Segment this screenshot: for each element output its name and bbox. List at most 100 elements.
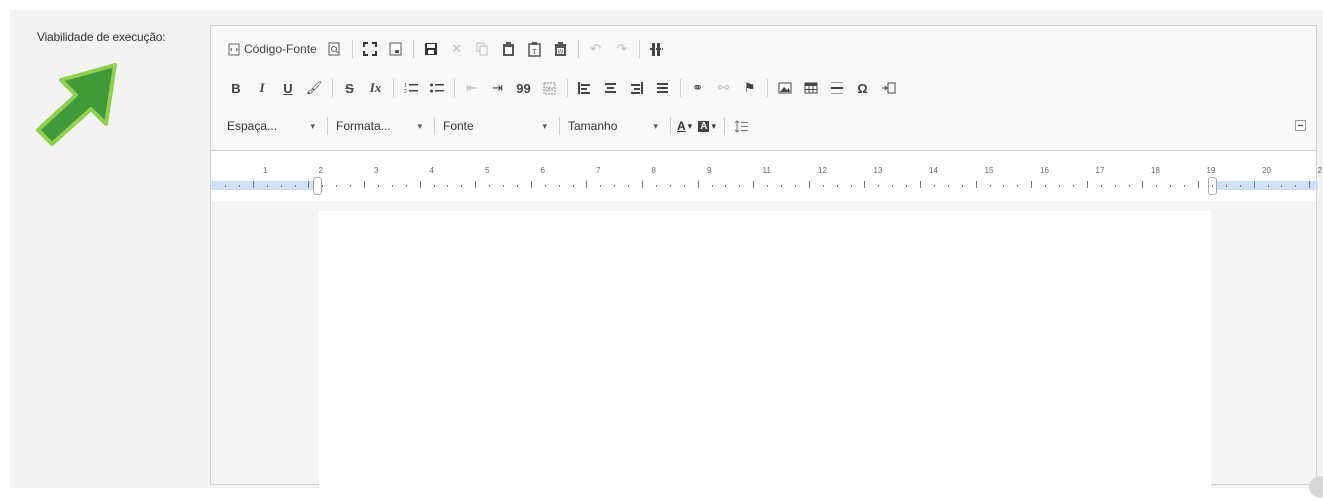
align-center-icon: [605, 83, 617, 93]
ruler-tick: [1100, 185, 1102, 187]
left-margin-handle[interactable]: [313, 177, 322, 195]
ruler-number: 2: [1317, 166, 1322, 175]
toolbar-separator: [679, 79, 681, 97]
font-dropdown[interactable]: Fonte ▾: [441, 115, 549, 137]
format-dropdown[interactable]: Formata... ▾: [334, 115, 424, 137]
line-height-button[interactable]: [731, 115, 753, 137]
ruler-tick: [461, 185, 463, 187]
show-blocks-button[interactable]: [385, 38, 407, 60]
link-button[interactable]: ⚭: [687, 77, 709, 99]
paste-word-button[interactable]: W: [550, 38, 572, 60]
ruler-right-margin: [1214, 181, 1318, 190]
justify-button[interactable]: [652, 77, 674, 99]
insert-iframe-button[interactable]: [878, 77, 900, 99]
ruler-tick: [739, 185, 741, 187]
toolbar-row-1: Código-Fonte ✕ T W ↶ ↷: [225, 37, 672, 61]
ruler-number: 9: [707, 166, 712, 175]
align-left-icon: [578, 82, 591, 94]
italic-button[interactable]: I: [251, 77, 273, 99]
paste-button[interactable]: [498, 38, 520, 60]
div-container-button[interactable]: DIV: [539, 77, 561, 99]
size-dropdown-label: Tamanho: [568, 119, 618, 133]
redo-button[interactable]: ↷: [611, 38, 633, 60]
align-left-button[interactable]: [574, 77, 596, 99]
save-button[interactable]: [420, 38, 442, 60]
preview-icon: [328, 42, 340, 56]
copy-format-button[interactable]: 🖌: [303, 77, 326, 99]
page-break-button[interactable]: [646, 38, 668, 60]
source-button[interactable]: Código-Fonte: [225, 38, 320, 60]
bulleted-list-button[interactable]: [426, 77, 448, 99]
ruler-tick: [308, 181, 310, 188]
bulleted-list-icon: [429, 83, 444, 93]
ruler-tick: [544, 185, 546, 187]
ruler-number: 2: [318, 166, 323, 175]
ruler-number: 18: [1151, 166, 1160, 175]
toolbar-separator: [766, 79, 768, 97]
align-center-button[interactable]: [600, 77, 622, 99]
ruler-tick: [572, 185, 574, 187]
redo-icon: ↷: [616, 41, 628, 56]
spacing-dropdown[interactable]: Espaça... ▾: [225, 115, 317, 137]
paste-word-icon: W: [555, 41, 567, 56]
size-dropdown[interactable]: Tamanho ▾: [566, 115, 660, 137]
blockquote-button[interactable]: 99: [513, 77, 535, 99]
flag-icon: ⚑: [743, 80, 756, 95]
align-right-button[interactable]: [626, 77, 648, 99]
indent-button[interactable]: ⇥: [487, 77, 509, 99]
table-icon: [804, 82, 818, 94]
resize-handle[interactable]: [1309, 476, 1323, 498]
source-label: Código-Fonte: [244, 42, 317, 56]
paste-text-button[interactable]: T: [524, 38, 546, 60]
outdent-button[interactable]: ⇤: [461, 77, 483, 99]
ruler-tick: [266, 185, 268, 187]
ruler-tick: [1225, 185, 1227, 187]
ruler-tick: [669, 185, 671, 187]
toolbar-separator: [566, 79, 568, 97]
unlink-icon: ⚯: [718, 80, 729, 95]
collapse-toolbar-button[interactable]: [1295, 120, 1306, 131]
ruler-tick: [391, 185, 393, 187]
strikethrough-button[interactable]: S: [339, 77, 361, 99]
ruler-tick: [933, 185, 935, 187]
toolbar-row-2: B I U 🖌 S Ix 12 ⇤ ⇥ 99 DIV ⚭ ⚯ ⚑ Ω: [225, 76, 904, 100]
numbered-list-button[interactable]: 12: [400, 77, 422, 99]
ruler-tick: [322, 185, 324, 187]
toolbar-separator: [577, 40, 579, 58]
background-color-icon: A: [698, 120, 710, 132]
font-dropdown-label: Fonte: [443, 119, 474, 133]
ruler-tick: [683, 185, 685, 187]
special-char-button[interactable]: Ω: [852, 77, 874, 99]
ruler-tick: [586, 181, 588, 188]
ruler-tick: [252, 181, 254, 188]
background-color-button[interactable]: A ▾: [698, 120, 716, 132]
div-icon: DIV: [543, 82, 556, 94]
unlink-button[interactable]: ⚯: [713, 77, 735, 99]
ruler-tick: [516, 185, 518, 187]
ruler-tick: [447, 185, 449, 187]
bold-button[interactable]: B: [225, 77, 247, 99]
remove-format-button[interactable]: Ix: [365, 77, 387, 99]
horizontal-rule-button[interactable]: [826, 77, 848, 99]
maximize-button[interactable]: [359, 38, 381, 60]
underline-button[interactable]: U: [277, 77, 299, 99]
document-page[interactable]: [319, 211, 1211, 501]
ruler-tick: [1295, 185, 1297, 187]
save-icon: [424, 43, 437, 55]
ruler-tick: [614, 185, 616, 187]
chevron-down-icon: ▾: [653, 120, 658, 131]
anchor-button[interactable]: ⚑: [739, 77, 761, 99]
ruler-tick: [642, 181, 643, 188]
numbered-list-icon: 12: [404, 83, 418, 94]
preview-button[interactable]: [324, 38, 346, 60]
copy-button[interactable]: [472, 38, 494, 60]
ruler-tick: [530, 181, 532, 188]
text-color-button[interactable]: A ▾: [677, 119, 692, 133]
undo-button[interactable]: ↶: [585, 38, 607, 60]
svg-text:2: 2: [404, 89, 407, 94]
ruler-tick: [1211, 185, 1213, 187]
cut-button[interactable]: ✕: [446, 38, 468, 60]
image-button[interactable]: [774, 77, 796, 99]
ruler-tick: [1239, 185, 1241, 187]
table-button[interactable]: [800, 77, 822, 99]
